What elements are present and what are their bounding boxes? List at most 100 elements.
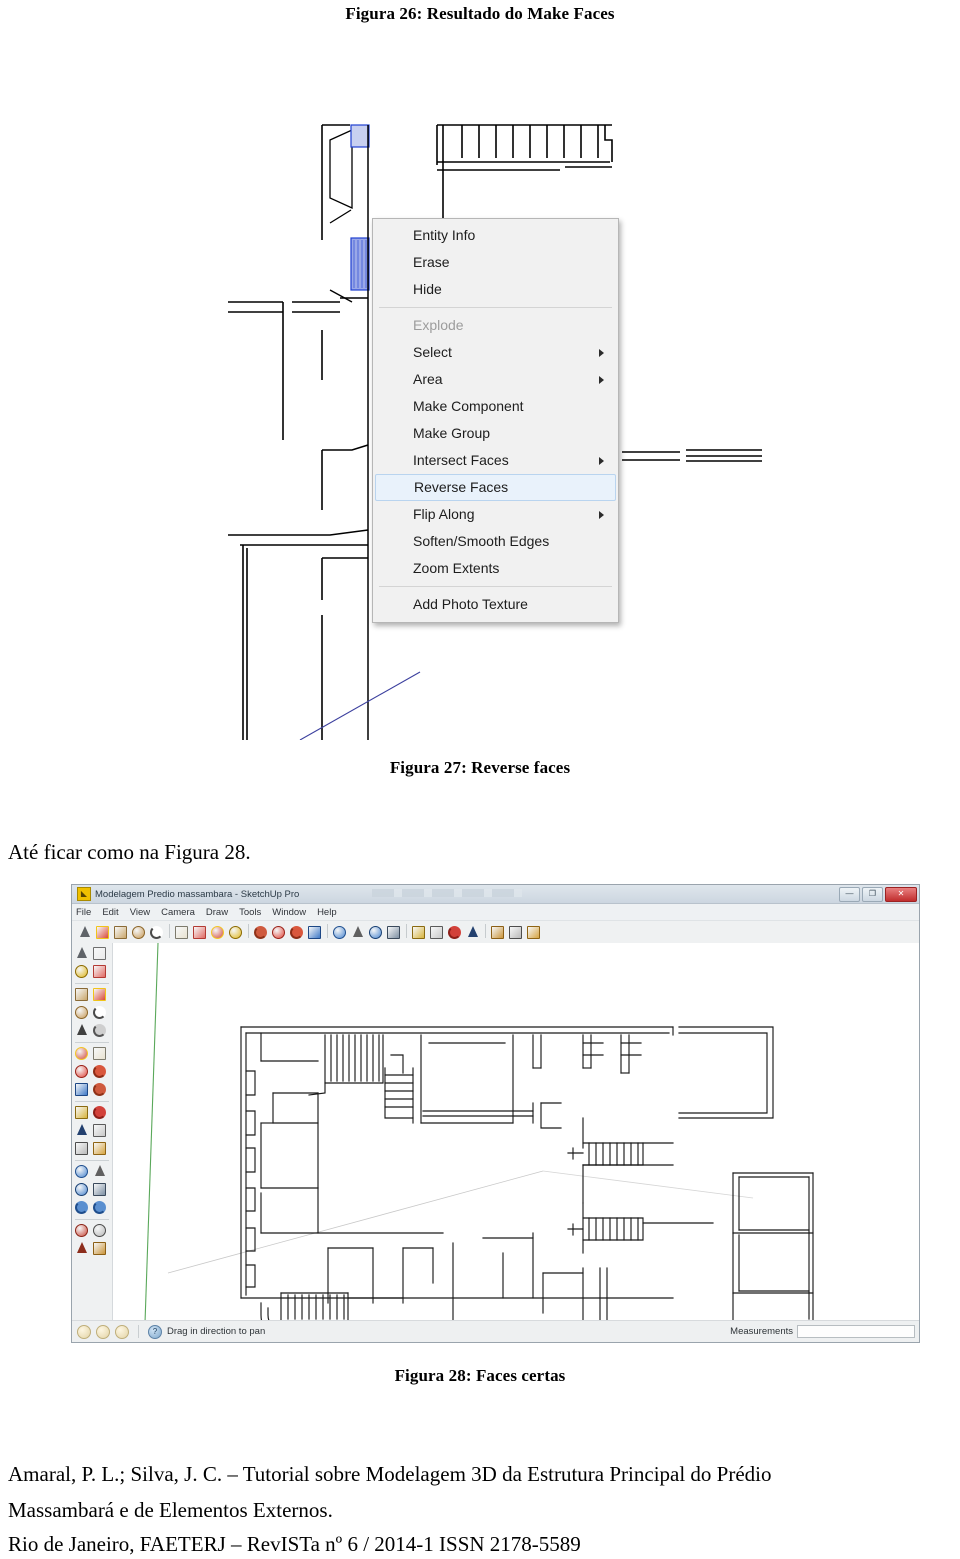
tool-button-zoom-extents[interactable] — [91, 1181, 108, 1198]
toolbar-button-orbit[interactable] — [331, 924, 348, 941]
tool-button-orbit[interactable] — [73, 1163, 90, 1180]
toolbar-button-offset[interactable] — [252, 924, 269, 941]
toolbar-button-pan[interactable] — [349, 924, 366, 941]
tool-button-move[interactable] — [73, 1045, 90, 1062]
tool-button-next-view[interactable] — [91, 1199, 108, 1216]
tool-button-tape-measure[interactable] — [73, 1104, 90, 1121]
tool-button-text[interactable] — [73, 1140, 90, 1157]
menu-item-label: Area — [413, 371, 443, 387]
menu-item-make-group[interactable]: Make Group — [373, 420, 618, 447]
sketchup-large-tool-set[interactable] — [72, 943, 113, 1321]
tool-button-offset[interactable] — [91, 1081, 108, 1098]
toolbar-button-3d-text[interactable] — [525, 924, 542, 941]
menu-item-reverse-faces[interactable]: Reverse Faces — [375, 474, 616, 501]
tool-button-follow-me[interactable] — [91, 1063, 108, 1080]
circle-indicator-2-icon[interactable] — [96, 1324, 110, 1339]
tool-button-3d-text[interactable] — [91, 1140, 108, 1157]
tool-button-rotate[interactable] — [73, 1063, 90, 1080]
chevron-right-icon — [599, 456, 604, 465]
tool-button-axes[interactable] — [73, 1122, 90, 1139]
menu-item-add-photo-texture[interactable]: Add Photo Texture — [373, 591, 618, 618]
toolbar-button-protractor[interactable] — [446, 924, 463, 941]
tool-button-eraser[interactable] — [91, 963, 108, 980]
sketchup-window-title: Modelagem Predio massambara - SketchUp P… — [95, 888, 300, 900]
toolbar-button-push-pull[interactable] — [173, 924, 190, 941]
tool-button-dimension[interactable] — [91, 1122, 108, 1139]
tool-button-position-camera[interactable] — [73, 1222, 90, 1239]
tool-button-walk[interactable] — [73, 1240, 90, 1257]
menu-item-intersect-faces[interactable]: Intersect Faces — [373, 447, 618, 474]
menu-item-erase[interactable]: Erase — [373, 249, 618, 276]
menu-item-flip-along[interactable]: Flip Along — [373, 501, 618, 528]
menu-item-entity-info[interactable]: Entity Info — [373, 222, 618, 249]
menu-item-hide[interactable]: Hide — [373, 276, 618, 303]
question-icon[interactable]: ? — [148, 1324, 162, 1339]
menubar-item-tools[interactable]: Tools — [239, 907, 261, 918]
menubar-item-draw[interactable]: Draw — [206, 907, 228, 918]
minimize-button[interactable]: — — [839, 887, 860, 902]
circle-indicator-3-icon[interactable] — [115, 1324, 129, 1339]
toolbar-button-select-arrow[interactable] — [76, 924, 93, 941]
toolbar-button-dimension[interactable] — [428, 924, 445, 941]
toolbar-button-zoom-extents[interactable] — [385, 924, 402, 941]
tool-button-pan[interactable] — [91, 1163, 108, 1180]
tool-button-paint-bucket[interactable] — [73, 963, 90, 980]
toolbar-button-rectangle[interactable] — [112, 924, 129, 941]
menubar-item-window[interactable]: Window — [272, 907, 306, 918]
menu-item-make-component[interactable]: Make Component — [373, 393, 618, 420]
sketchup-menubar[interactable]: File Edit View Camera Draw Tools Window Help — [72, 904, 919, 921]
zoom-extents-icon — [387, 926, 400, 939]
menu-item-soften-smooth-edges[interactable]: Soften/Smooth Edges — [373, 528, 618, 555]
maximize-button[interactable]: ❐ — [862, 887, 883, 902]
text-icon — [75, 1142, 88, 1155]
toolbar-button-text[interactable] — [507, 924, 524, 941]
menubar-item-view[interactable]: View — [130, 907, 150, 918]
toolbar-button-axes[interactable] — [464, 924, 481, 941]
measurements-input[interactable] — [797, 1325, 915, 1338]
tool-button-previous-view[interactable] — [73, 1199, 90, 1216]
menubar-item-file[interactable]: File — [76, 907, 91, 918]
menubar-item-help[interactable]: Help — [317, 907, 337, 918]
toolbar-separator — [73, 1217, 111, 1221]
menubar-item-edit[interactable]: Edit — [102, 907, 118, 918]
circle-indicator-1-icon[interactable] — [77, 1324, 91, 1339]
tool-button-zoom[interactable] — [73, 1181, 90, 1198]
tool-button-push-pull[interactable] — [91, 1045, 108, 1062]
toolbar-button-arc[interactable] — [148, 924, 165, 941]
tool-button-protractor[interactable] — [91, 1104, 108, 1121]
tool-button-freehand[interactable] — [91, 1022, 108, 1039]
tool-button-circle[interactable] — [73, 1004, 90, 1021]
sketchup-context-menu[interactable]: Entity Info Erase Hide Explode Select Area Mak… — [372, 218, 619, 623]
toolbar-button-scale[interactable] — [306, 924, 323, 941]
menu-item-select[interactable]: Select — [373, 339, 618, 366]
toolbar-button-zoom[interactable] — [367, 924, 384, 941]
close-button[interactable]: ✕ — [885, 887, 917, 902]
toolbar-button-follow-me[interactable] — [288, 924, 305, 941]
toolbar-button-tape-measure[interactable] — [410, 924, 427, 941]
window-controls[interactable]: — ❐ ✕ — [839, 887, 917, 902]
toolbar-button-circle[interactable] — [130, 924, 147, 941]
tool-button-scale[interactable] — [73, 1081, 90, 1098]
follow-me-icon — [290, 926, 303, 939]
toolbar-button-rotate-red[interactable] — [270, 924, 287, 941]
toolbar-button-paint-bucket[interactable] — [227, 924, 244, 941]
section-plane-icon — [491, 926, 504, 939]
position-camera-icon — [75, 1224, 88, 1237]
tool-button-line-pencil[interactable] — [91, 986, 108, 1003]
tool-button-look-around[interactable] — [91, 1222, 108, 1239]
tool-button-select-arrow[interactable] — [73, 945, 90, 962]
toolbar-button-eraser[interactable] — [191, 924, 208, 941]
tool-button-make-component[interactable] — [91, 945, 108, 962]
menu-item-area[interactable]: Area — [373, 366, 618, 393]
toolbar-button-line-pencil[interactable] — [94, 924, 111, 941]
sketchup-drawing-canvas[interactable] — [113, 943, 919, 1321]
menu-item-zoom-extents[interactable]: Zoom Extents — [373, 555, 618, 582]
menubar-item-camera[interactable]: Camera — [161, 907, 195, 918]
tool-button-section-plane[interactable] — [91, 1240, 108, 1257]
tool-button-rectangle[interactable] — [73, 986, 90, 1003]
tool-button-arc[interactable] — [91, 1004, 108, 1021]
tool-button-polygon[interactable] — [73, 1022, 90, 1039]
toolbar-button-section-plane[interactable] — [489, 924, 506, 941]
toolbar-button-move[interactable] — [209, 924, 226, 941]
sketchup-top-toolbar[interactable] — [72, 921, 919, 945]
